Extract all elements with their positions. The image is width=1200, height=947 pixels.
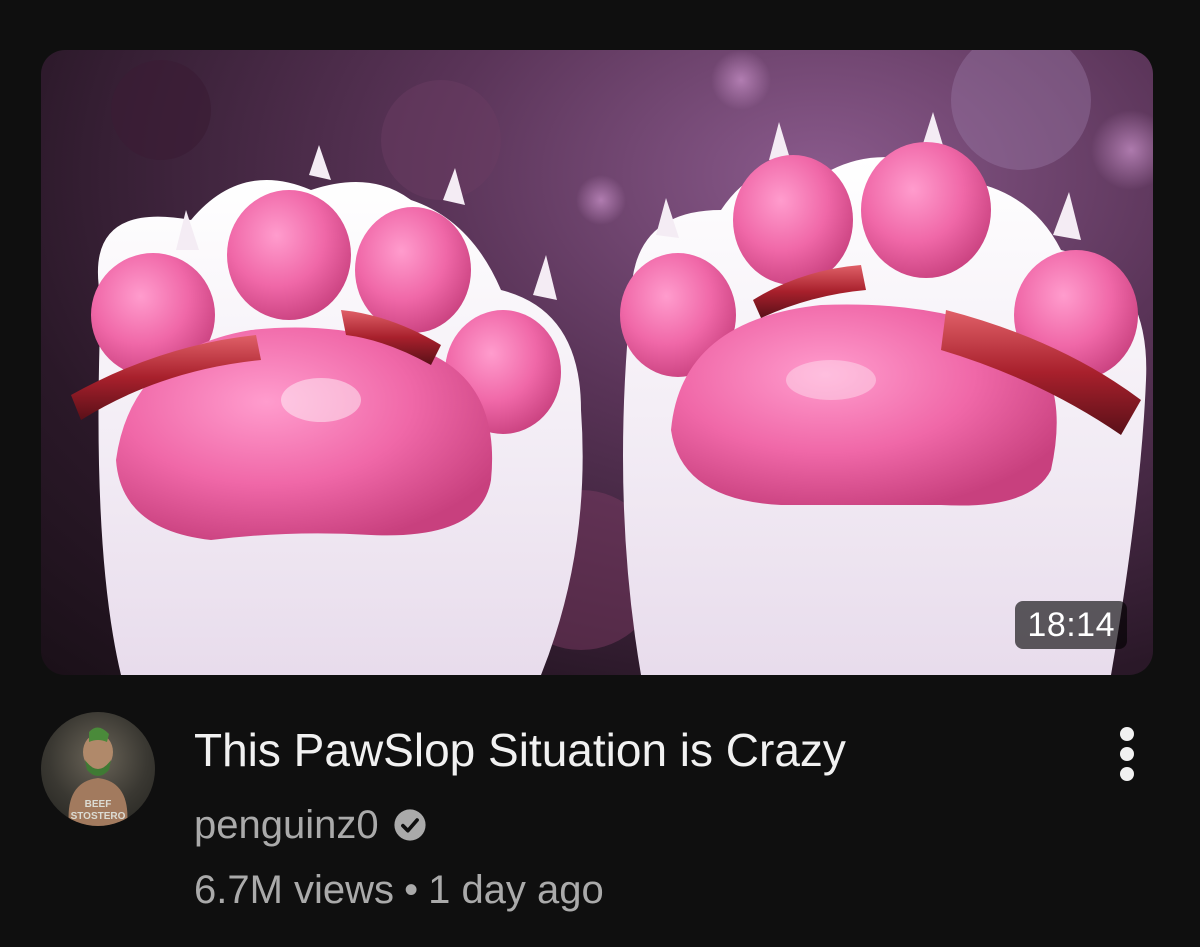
verified-check-icon bbox=[394, 809, 426, 841]
thumbnail-image bbox=[71, 50, 1153, 675]
channel-avatar[interactable]: BEEF STOSTERO bbox=[41, 712, 155, 826]
svg-text:BEEF: BEEF bbox=[85, 799, 112, 810]
more-vert-icon bbox=[1120, 727, 1134, 781]
avatar-image: BEEF STOSTERO bbox=[68, 727, 128, 826]
video-title[interactable]: This PawSlop Situation is Crazy bbox=[194, 720, 846, 780]
svg-text:STOSTERO: STOSTERO bbox=[71, 811, 126, 822]
video-thumbnail[interactable]: 18:14 bbox=[41, 50, 1153, 675]
metadata-separator: • bbox=[404, 868, 419, 912]
video-duration-badge: 18:14 bbox=[1015, 601, 1127, 649]
upload-age: 1 day ago bbox=[428, 868, 604, 912]
more-options-button[interactable] bbox=[1100, 718, 1154, 790]
channel-name[interactable]: penguinz0 bbox=[194, 800, 379, 850]
left-paw bbox=[71, 145, 583, 675]
right-paw bbox=[620, 112, 1147, 675]
channel-link[interactable]: penguinz0 bbox=[194, 800, 427, 850]
video-metadata: 6.7M views • 1 day ago bbox=[194, 864, 604, 916]
view-count: 6.7M views bbox=[194, 868, 395, 912]
